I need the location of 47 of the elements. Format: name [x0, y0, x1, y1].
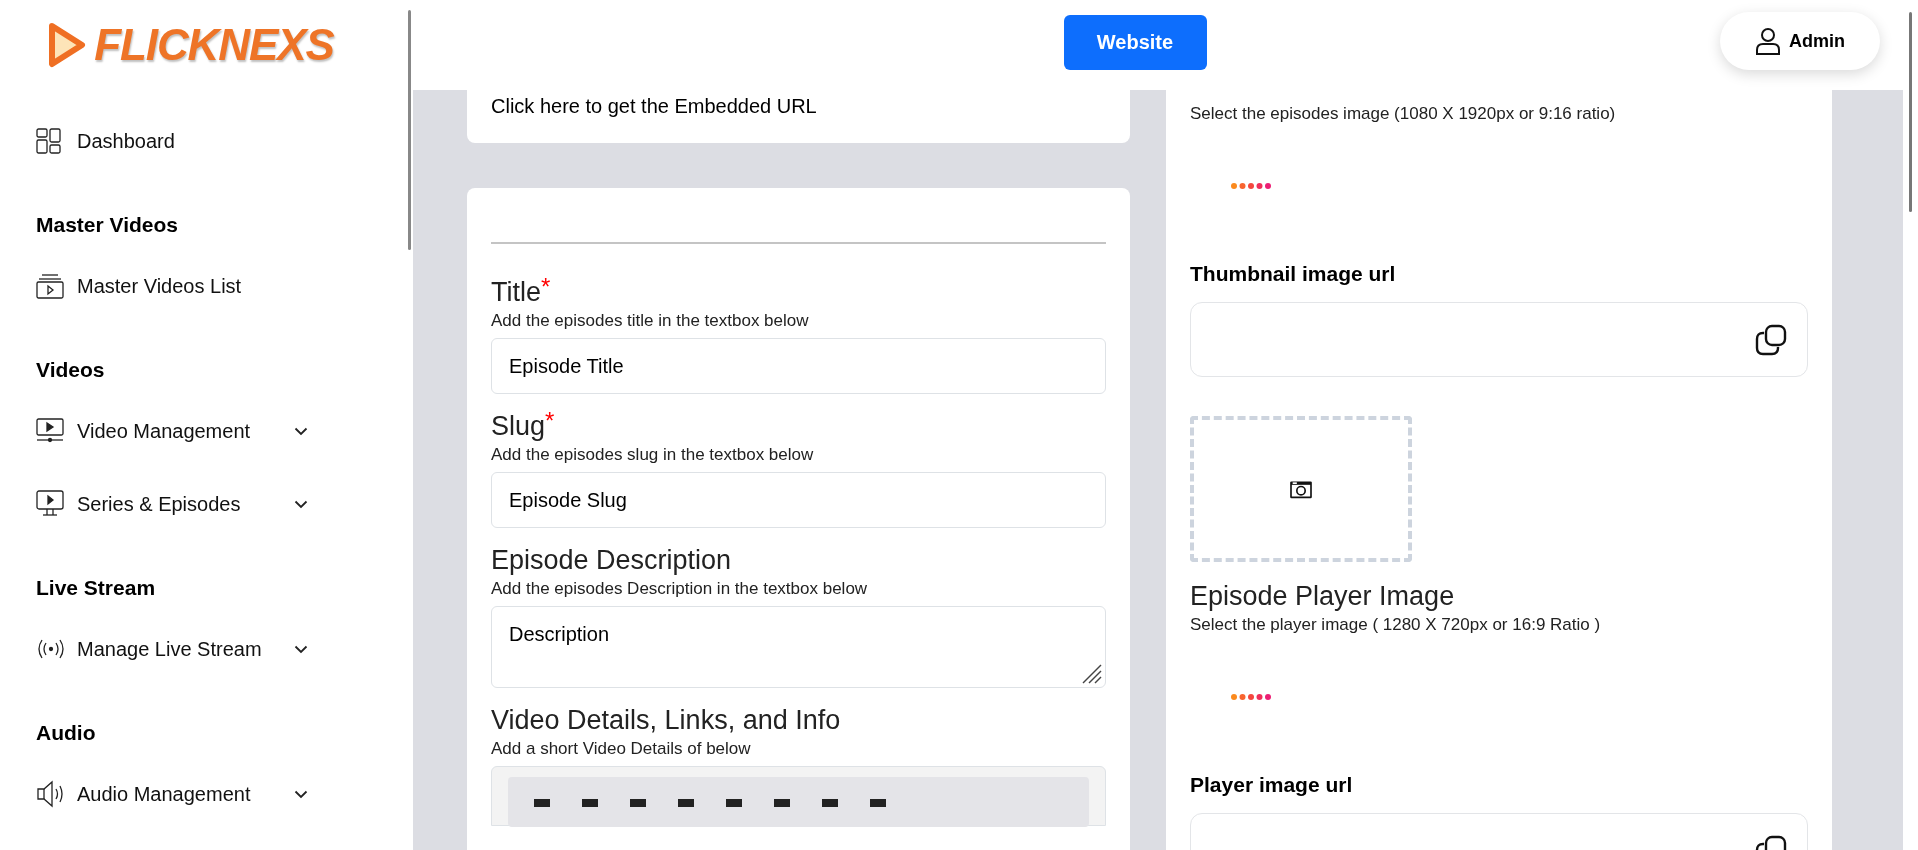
rich-text-editor[interactable]	[491, 766, 1106, 826]
section-heading: Live Stream	[36, 575, 157, 602]
sidebar-item[interactable]: Manage Live Stream	[36, 629, 308, 669]
sidebar-item[interactable]: Dashboard	[36, 121, 308, 161]
section-heading: Audio	[36, 720, 97, 747]
website-button[interactable]: Website	[1063, 14, 1207, 70]
field-label: Player image url	[1190, 772, 1354, 798]
sidebar-item[interactable]: Video Management	[36, 411, 308, 451]
section-title: Episode Player Image	[1190, 580, 1456, 613]
sidebar-item[interactable]: Audio Management	[36, 774, 308, 814]
section-heading: Videos	[36, 357, 106, 384]
field-label: Episode Description	[491, 544, 732, 577]
admin-button[interactable]: Admin	[1720, 12, 1880, 70]
loading-dots-icon	[1230, 693, 1272, 701]
text-input[interactable]: Episode Title	[491, 338, 1106, 394]
resize-handle-icon	[1081, 663, 1103, 685]
field-hint: Add the episodes slug in the textbox below	[491, 444, 815, 466]
video-list-icon	[36, 273, 64, 299]
image-hint: Select the player image ( 1280 X 720px or 16:9 Ratio )	[1190, 614, 1602, 636]
required-mark: *	[541, 274, 551, 300]
video-player-icon	[36, 418, 64, 444]
field-label: Video Details, Links, and Info	[491, 704, 841, 737]
field-hint: Add a short Video Details of below	[491, 738, 752, 760]
loading-dots-icon	[1230, 182, 1272, 190]
field-hint: Add the episodes Description in the textbox below	[491, 578, 869, 600]
broadcast-icon	[36, 638, 66, 660]
required-mark: *	[545, 408, 555, 434]
field-label: Thumbnail image url	[1190, 261, 1397, 287]
url-input[interactable]	[1190, 302, 1808, 377]
sidebar-item[interactable]: Series & Episodes	[36, 484, 308, 524]
embed-url-link[interactable]: Click here to get the Embedded URL	[491, 93, 817, 119]
speaker-icon	[36, 779, 66, 809]
user-icon	[1755, 27, 1781, 55]
monitor-play-icon	[36, 490, 64, 518]
field-hint: Add the episodes title in the textbox below	[491, 310, 810, 332]
text-input[interactable]: Episode Slug	[491, 472, 1106, 528]
field-label: Slug	[491, 410, 546, 443]
logo-text: FLICKNEXS	[94, 23, 334, 67]
sidebar-item[interactable]: Master Videos List	[36, 266, 308, 306]
section-heading: Master Videos	[36, 212, 179, 239]
dashboard-icon	[36, 128, 62, 154]
camera-icon	[1289, 479, 1313, 499]
field-label: Title	[491, 276, 541, 309]
play-logo-icon	[48, 22, 87, 68]
textarea-field[interactable]: Description	[491, 606, 1106, 688]
copy-icon[interactable]	[1755, 323, 1787, 356]
image-hint: Select the episodes image (1080 X 1920px or 9:16 ratio)	[1190, 103, 1617, 125]
